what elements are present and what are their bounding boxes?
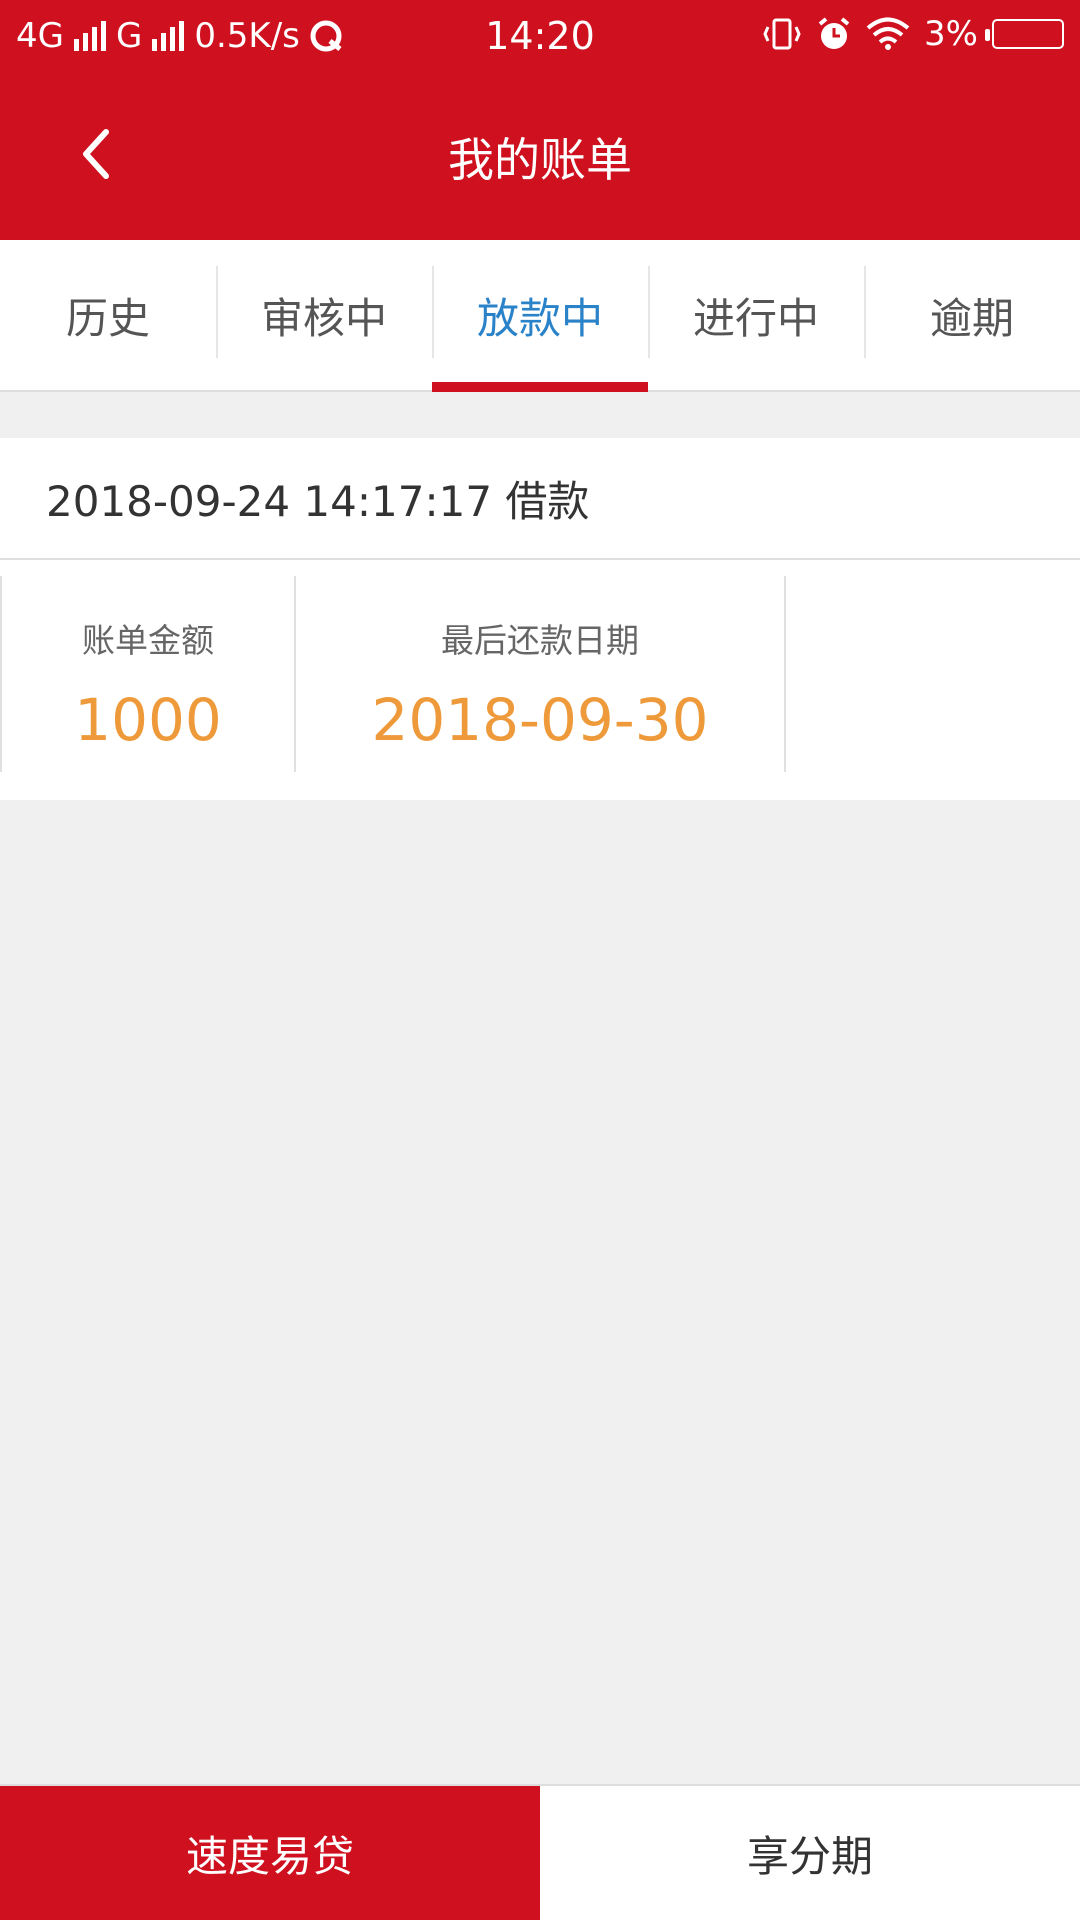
tab-disbursing[interactable]: 放款中 xyxy=(432,240,648,392)
bottom-tab-quick-loan[interactable]: 速度易贷 xyxy=(0,1786,540,1920)
wifi-icon xyxy=(866,17,910,50)
tab-in-progress[interactable]: 进行中 xyxy=(648,240,864,390)
tab-under-review[interactable]: 审核中 xyxy=(216,240,432,390)
battery-icon xyxy=(985,19,1064,49)
amount-label: 账单金额 xyxy=(82,621,214,660)
vibrate-icon xyxy=(763,18,801,50)
app-header: 4G G 0.5K/s 14:20 3% 我的账单 xyxy=(0,0,1080,240)
tab-history[interactable]: 历史 xyxy=(0,240,216,390)
status-bar: 4G G 0.5K/s 14:20 3% xyxy=(0,0,1080,74)
battery-percent: 3% xyxy=(924,14,978,54)
amount-value: 1000 xyxy=(74,686,222,754)
bill-status-tabs: 历史 审核中 放款中 进行中 逾期 xyxy=(0,240,1080,392)
alarm-icon xyxy=(818,17,850,49)
tab-overdue[interactable]: 逾期 xyxy=(864,240,1080,390)
bottom-tab-installment[interactable]: 享分期 xyxy=(540,1786,1080,1920)
due-date-value: 2018-09-30 xyxy=(371,686,709,754)
page-title: 我的账单 xyxy=(448,133,632,187)
bill-title: 2018-09-24 14:17:17 借款 xyxy=(0,438,1080,560)
amount-column: 账单金额 1000 xyxy=(0,576,294,772)
bill-card[interactable]: 2018-09-24 14:17:17 借款 账单金额 1000 最后还款日期 … xyxy=(0,438,1080,800)
due-date-label: 最后还款日期 xyxy=(441,621,639,660)
due-date-column: 最后还款日期 2018-09-30 xyxy=(294,576,784,772)
status-right: 3% xyxy=(762,14,1064,54)
empty-column xyxy=(784,576,1080,772)
bill-details: 账单金额 1000 最后还款日期 2018-09-30 xyxy=(0,560,1080,800)
nav-bar: 我的账单 xyxy=(0,74,1080,240)
bottom-tab-bar: 速度易贷 享分期 xyxy=(0,1784,1080,1920)
